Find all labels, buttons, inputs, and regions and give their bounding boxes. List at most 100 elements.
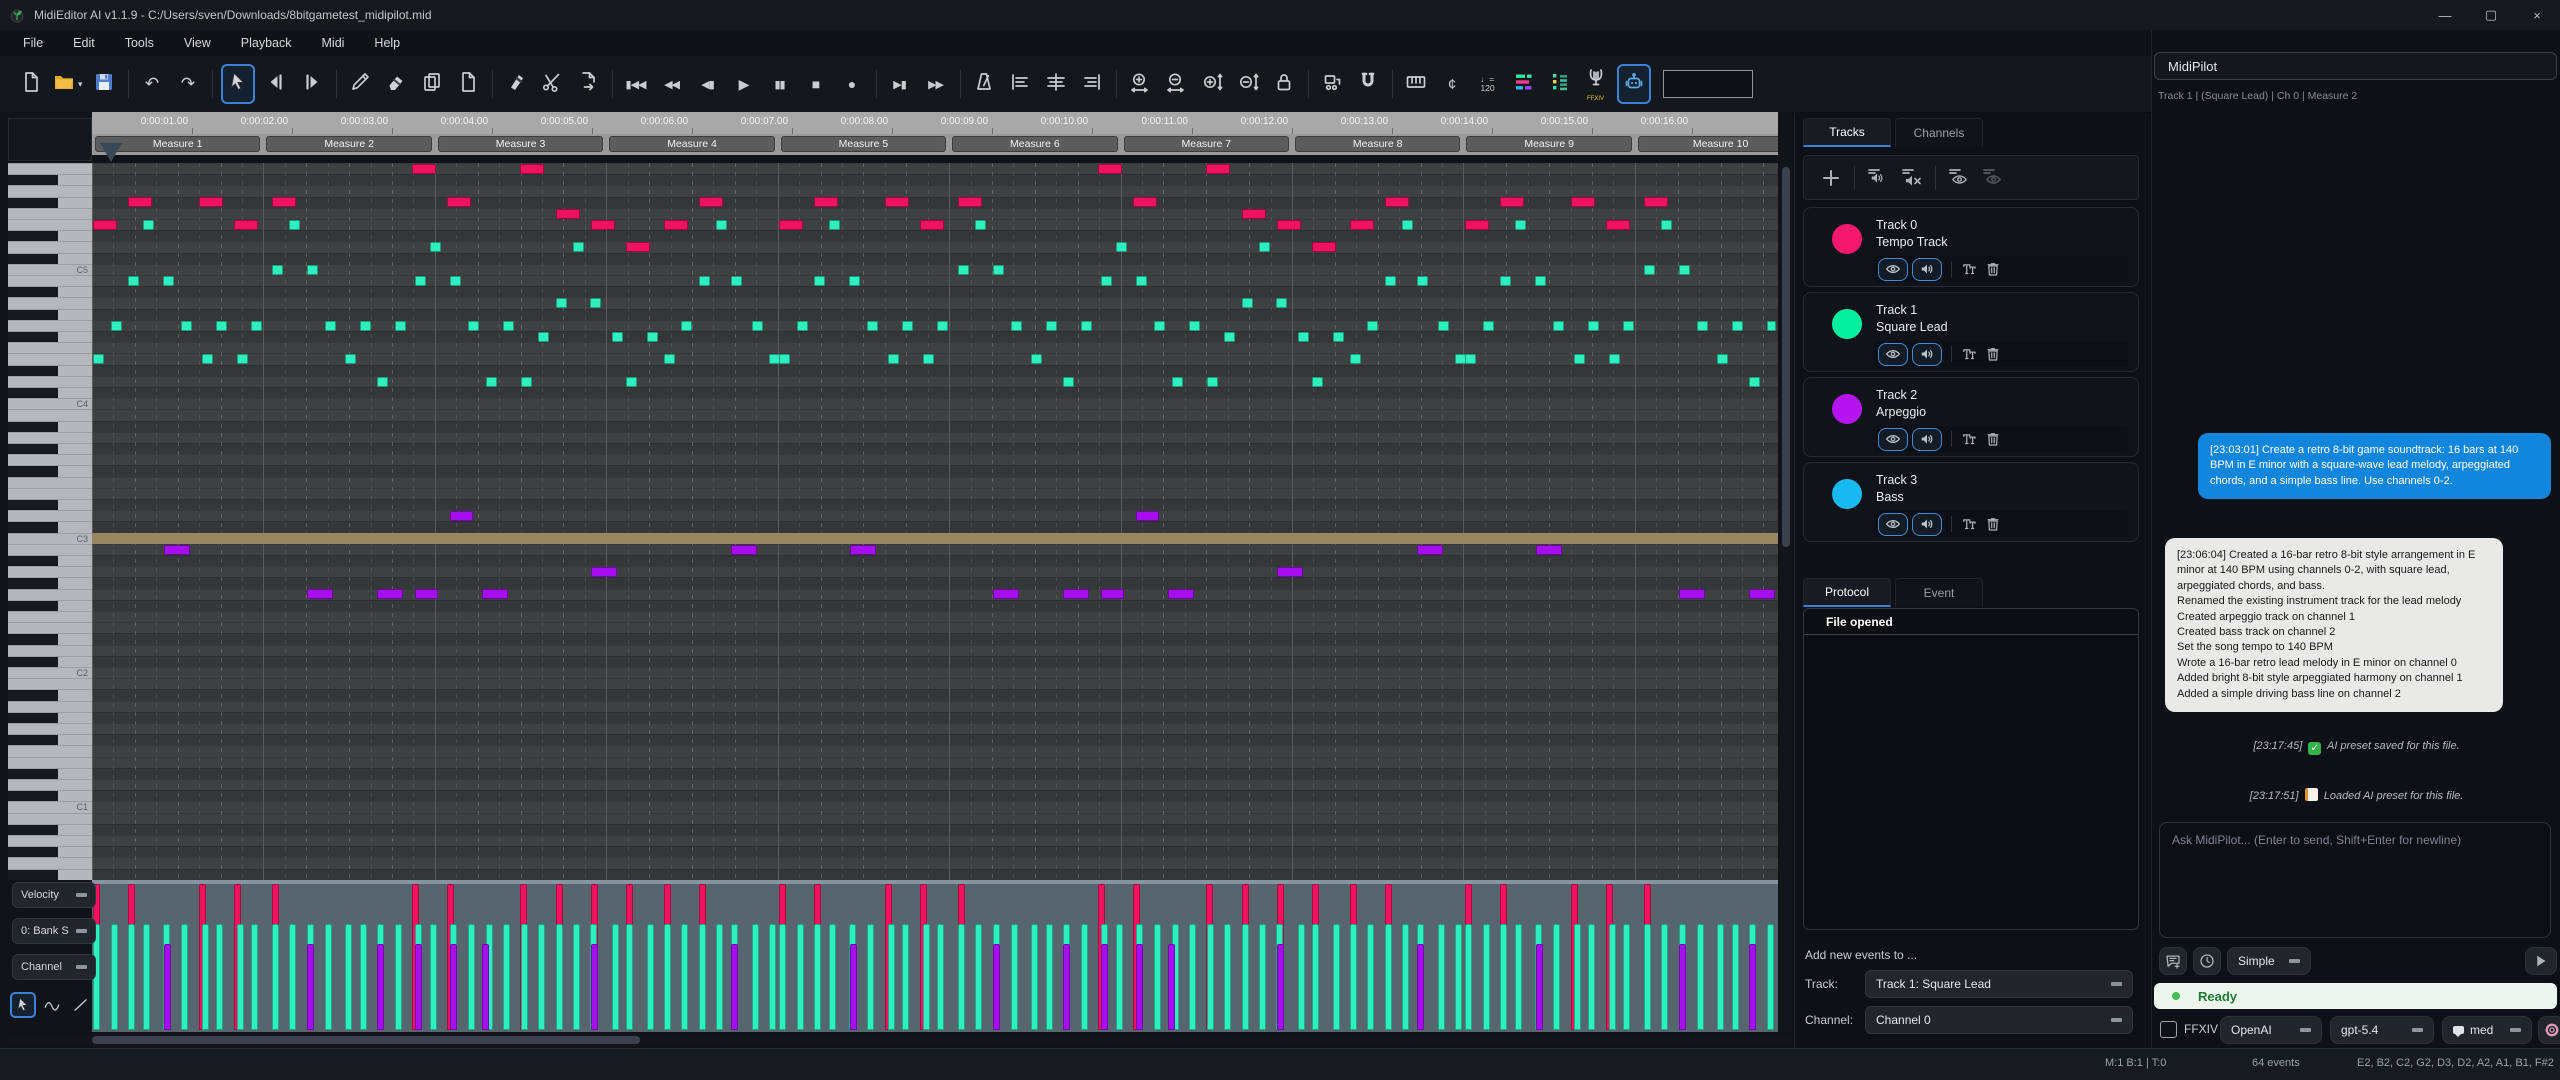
piano-key[interactable]	[8, 824, 92, 835]
track-delete-button[interactable]	[1981, 429, 2005, 450]
midi-note[interactable]	[849, 276, 860, 286]
track-rename-button[interactable]	[1957, 429, 1981, 450]
midi-note[interactable]	[412, 164, 436, 174]
piano-key[interactable]	[8, 611, 92, 622]
velocity-bar[interactable]	[1101, 944, 1108, 1030]
align-right-button[interactable]	[1077, 66, 1107, 102]
velocity-bar[interactable]	[1417, 944, 1424, 1030]
midi-note[interactable]	[993, 589, 1019, 599]
menu-edit[interactable]: Edit	[58, 32, 110, 54]
channel-mode-dropdown[interactable]: Channel	[12, 954, 96, 980]
midi-note[interactable]	[234, 220, 258, 230]
piano-key[interactable]	[8, 555, 92, 566]
open-file-button[interactable]: ▾	[52, 66, 83, 102]
velocity-bar[interactable]	[681, 924, 688, 1030]
midi-note[interactable]	[93, 354, 104, 364]
midi-note[interactable]	[1717, 354, 1728, 364]
zoom-horizontal-in-button[interactable]	[1125, 66, 1155, 102]
velocity-bar[interactable]	[1767, 924, 1774, 1030]
track-audible-button[interactable]	[1912, 513, 1942, 536]
velocity-bar[interactable]	[1046, 924, 1053, 1030]
midi-note[interactable]	[1276, 298, 1287, 308]
black-key[interactable]	[8, 769, 58, 779]
midi-note[interactable]	[377, 589, 403, 599]
velocity-bar[interactable]	[902, 924, 909, 1030]
tab-event[interactable]: Event	[1895, 578, 1983, 607]
midi-note[interactable]	[202, 354, 213, 364]
black-key[interactable]	[8, 847, 58, 857]
midi-note[interactable]	[1465, 220, 1489, 230]
black-key[interactable]	[8, 713, 58, 723]
track-rename-button[interactable]	[1957, 514, 1981, 535]
track-visible-button[interactable]	[1878, 428, 1908, 451]
midi-note[interactable]	[888, 354, 899, 364]
mute-all-tracks-button[interactable]	[1895, 161, 1929, 195]
velocity-bar[interactable]	[395, 924, 402, 1030]
maximize-button[interactable]: ▢	[2468, 0, 2514, 30]
piano-key[interactable]	[8, 253, 92, 264]
midi-note[interactable]	[482, 589, 508, 599]
black-key[interactable]	[8, 466, 58, 476]
midi-note[interactable]	[1298, 332, 1309, 342]
velocity-bar[interactable]	[111, 924, 118, 1030]
midi-note[interactable]	[450, 511, 473, 521]
midi-note[interactable]	[591, 220, 615, 230]
piano-key[interactable]	[8, 230, 92, 241]
measure-ruler[interactable]: Measure 1Measure 2Measure 3Measure 4Meas…	[92, 134, 1778, 155]
mode-dropdown[interactable]: Simple	[2227, 947, 2311, 975]
midi-note[interactable]	[1644, 197, 1668, 207]
velocity-mode-dropdown[interactable]: Velocity	[12, 882, 96, 908]
horizontal-scrollbar[interactable]	[8, 1034, 1792, 1046]
velocity-bar[interactable]	[415, 944, 422, 1030]
play-button[interactable]: ▶	[729, 66, 759, 102]
black-key[interactable]	[8, 690, 58, 700]
midi-note[interactable]	[1571, 197, 1595, 207]
effort-dropdown[interactable]: med	[2442, 1016, 2532, 1044]
midi-note[interactable]	[993, 265, 1004, 275]
midi-note[interactable]	[1333, 332, 1344, 342]
midi-note[interactable]	[664, 220, 688, 230]
midi-note[interactable]	[1154, 321, 1165, 331]
piano-key[interactable]	[8, 521, 92, 532]
midi-note[interactable]	[814, 276, 825, 286]
piano-keys[interactable]: C5C4C3C2C1	[8, 163, 92, 880]
midi-note[interactable]	[415, 276, 426, 286]
midi-note[interactable]	[752, 321, 763, 331]
velocity-bar[interactable]	[1623, 924, 1630, 1030]
magnet-button[interactable]	[1353, 66, 1383, 102]
copy-button[interactable]	[417, 66, 447, 102]
piano-key[interactable]	[8, 600, 92, 611]
midi-note[interactable]	[1623, 321, 1634, 331]
piano-key[interactable]	[8, 678, 92, 689]
midi-note[interactable]	[272, 197, 296, 207]
piano-key[interactable]	[8, 745, 92, 756]
measure-chip[interactable]: Measure 3	[438, 136, 603, 152]
velocity-bar[interactable]	[1749, 944, 1756, 1030]
midi-note[interactable]	[1136, 511, 1159, 521]
midi-note[interactable]	[1500, 276, 1511, 286]
track-card[interactable]: Track 1Square Lead	[1803, 292, 2139, 372]
piano-key[interactable]	[8, 813, 92, 824]
piano-key[interactable]	[8, 723, 92, 734]
midi-device-button[interactable]	[1317, 66, 1347, 102]
velocity-select-tool[interactable]	[10, 992, 36, 1018]
midi-note[interactable]	[521, 377, 532, 387]
velocity-bar[interactable]	[164, 944, 171, 1030]
menu-view[interactable]: View	[169, 32, 226, 54]
piano-key[interactable]	[8, 869, 92, 880]
skip-to-start-button[interactable]: ▮◀◀	[621, 66, 651, 102]
velocity-bar[interactable]	[1116, 924, 1123, 1030]
velocity-bar[interactable]	[1081, 924, 1088, 1030]
velocity-bar[interactable]	[1483, 924, 1490, 1030]
midi-note[interactable]	[626, 377, 637, 387]
piano-key[interactable]	[8, 320, 92, 331]
piano-key[interactable]	[8, 421, 92, 432]
velocity-bar[interactable]	[779, 924, 786, 1030]
velocity-bar[interactable]	[993, 944, 1000, 1030]
midi-note[interactable]	[556, 298, 567, 308]
velocity-bar[interactable]	[1609, 924, 1616, 1030]
horizontal-scrollbar-thumb[interactable]	[92, 1036, 640, 1044]
midi-note[interactable]	[779, 354, 790, 364]
midi-note[interactable]	[590, 298, 601, 308]
midi-note[interactable]	[272, 265, 283, 275]
